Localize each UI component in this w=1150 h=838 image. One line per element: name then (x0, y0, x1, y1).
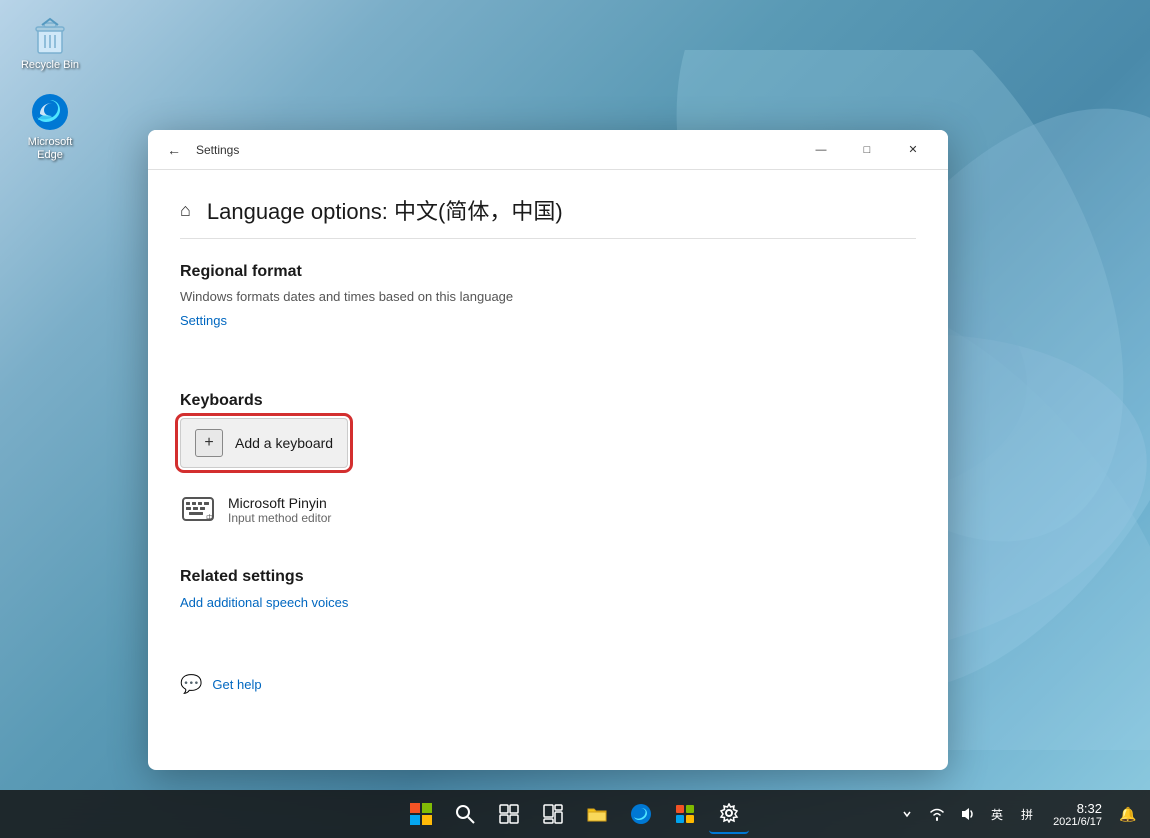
tray-language-icon[interactable]: 英 (983, 800, 1011, 828)
tray-network-icon[interactable] (923, 800, 951, 828)
tray-sound-icon[interactable] (953, 800, 981, 828)
close-button[interactable]: ✕ (890, 130, 936, 170)
tray-notification-icon[interactable]: 🔔 (1114, 800, 1142, 828)
taskbar-store-button[interactable] (665, 794, 705, 834)
regional-format-section: Regional format Windows formats dates an… (180, 263, 916, 360)
taskbar-edge-button[interactable] (621, 794, 661, 834)
window-titlebar: ← Settings — □ ✕ (148, 130, 948, 170)
minimize-button[interactable]: — (798, 130, 844, 170)
window-title: Settings (196, 143, 239, 157)
taskbar-clock[interactable]: 8:32 2021/6/17 (1045, 799, 1110, 830)
add-speech-voices-link[interactable]: Add additional speech voices (180, 595, 348, 610)
add-keyboard-button[interactable]: + Add a keyboard (180, 418, 348, 468)
page-header: ⌂ Language options: 中文(简体，中国) (180, 194, 916, 239)
keyboard-item-pinyin: 中 Microsoft Pinyin Input method editor (180, 484, 916, 536)
window-controls: — □ ✕ (798, 130, 936, 170)
get-help-row: 💬 Get help (180, 674, 916, 695)
keyboards-title: Keyboards (180, 392, 916, 410)
pinyin-keyboard-icon: 中 (180, 492, 216, 528)
taskbar-widgets-button[interactable] (533, 794, 573, 834)
get-help-icon: 💬 (180, 674, 202, 695)
regional-format-settings-link[interactable]: Settings (180, 313, 227, 328)
regional-format-title: Regional format (180, 263, 916, 281)
recycle-bin-label: Recycle Bin (21, 59, 79, 72)
desktop: Recycle Bin Microsoft Edge ← Settings (0, 0, 1150, 838)
taskbar: 英 拼 8:32 2021/6/17 🔔 (0, 790, 1150, 838)
related-settings-section: Related settings Add additional speech v… (180, 568, 916, 642)
desktop-icons-container: Recycle Bin Microsoft Edge (10, 10, 90, 168)
window-content: ⌂ Language options: 中文(简体，中国) Regional f… (148, 170, 948, 770)
page-title: Language options: 中文(简体，中国) (207, 194, 563, 226)
regional-format-desc: Windows formats dates and times based on… (180, 289, 916, 304)
taskbar-search-button[interactable] (445, 794, 485, 834)
titlebar-nav: ← Settings (160, 136, 239, 164)
desktop-icon-recycle-bin[interactable]: Recycle Bin (10, 10, 90, 77)
pinyin-keyboard-name: Microsoft Pinyin (228, 495, 331, 511)
desktop-icon-edge[interactable]: Microsoft Edge (10, 87, 90, 167)
clock-time: 8:32 (1053, 801, 1102, 816)
get-help-link[interactable]: Get help (212, 677, 261, 692)
taskbar-tray-icons: 英 拼 (893, 800, 1041, 828)
settings-window: ← Settings — □ ✕ ⌂ Language options: 中文(… (148, 130, 948, 770)
taskbar-right: 英 拼 8:32 2021/6/17 🔔 (893, 799, 1142, 830)
taskbar-center (401, 794, 749, 834)
edge-label: Microsoft Edge (15, 136, 85, 162)
svg-text:中: 中 (206, 513, 213, 522)
maximize-button[interactable]: □ (844, 130, 890, 170)
taskbar-settings-button[interactable] (709, 794, 749, 834)
recycle-bin-icon (30, 15, 70, 55)
home-icon[interactable]: ⌂ (180, 200, 191, 221)
pinyin-keyboard-desc: Input method editor (228, 511, 331, 525)
keyboards-section: Keyboards + Add a keyboard (180, 392, 916, 536)
related-settings-title: Related settings (180, 568, 916, 586)
clock-date: 2021/6/17 (1053, 816, 1102, 828)
taskbar-taskview-button[interactable] (489, 794, 529, 834)
tray-ime-icon[interactable]: 拼 (1013, 800, 1041, 828)
back-button[interactable]: ← (160, 136, 188, 164)
pinyin-keyboard-info: Microsoft Pinyin Input method editor (228, 495, 331, 525)
tray-chevron[interactable] (893, 800, 921, 828)
edge-icon (30, 92, 70, 132)
taskbar-start-button[interactable] (401, 794, 441, 834)
add-keyboard-label: Add a keyboard (235, 435, 333, 451)
add-keyboard-icon: + (195, 429, 223, 457)
taskbar-fileexplorer-button[interactable] (577, 794, 617, 834)
